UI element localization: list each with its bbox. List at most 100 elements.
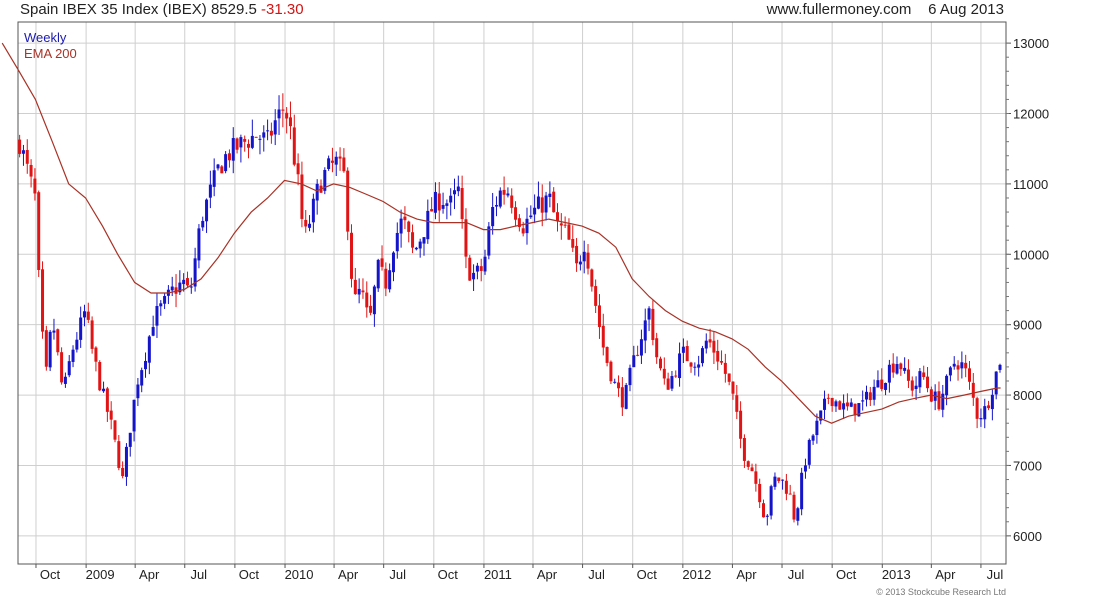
candle-body bbox=[453, 190, 457, 195]
candle-body bbox=[658, 358, 662, 369]
y-tick-label: 9000 bbox=[1013, 318, 1042, 333]
x-tick-label: 2010 bbox=[285, 567, 314, 582]
candle-body bbox=[735, 395, 739, 412]
candle-body bbox=[609, 361, 613, 382]
candle-body bbox=[765, 515, 769, 517]
candle-body bbox=[399, 218, 403, 234]
candle-body bbox=[864, 391, 868, 400]
candle-body bbox=[903, 367, 907, 371]
candle-body bbox=[994, 371, 998, 395]
candle-body bbox=[464, 219, 468, 257]
candle-body bbox=[605, 347, 609, 363]
candle-body bbox=[159, 303, 163, 307]
y-axis: 6000 7000 8000 9000 10000 11000 12000 13000 bbox=[1006, 36, 1049, 544]
candle-body bbox=[636, 354, 640, 356]
candle-body bbox=[170, 286, 174, 291]
candle-body bbox=[624, 385, 628, 409]
candle-body bbox=[590, 269, 594, 287]
candle-body bbox=[830, 397, 834, 407]
candle-body bbox=[52, 330, 56, 333]
candle-body bbox=[44, 330, 48, 367]
candle-body bbox=[876, 380, 880, 388]
candle-body bbox=[369, 305, 373, 313]
candle-body bbox=[235, 138, 239, 150]
candle-body bbox=[338, 156, 342, 159]
x-tick-label: Apr bbox=[736, 567, 757, 582]
candle-body bbox=[769, 486, 773, 516]
candle-body bbox=[853, 403, 857, 416]
candle-body bbox=[792, 494, 796, 520]
candle-body bbox=[563, 224, 567, 226]
candle-body bbox=[945, 375, 949, 396]
candle-body bbox=[761, 503, 765, 518]
candle-body bbox=[498, 190, 502, 207]
candle-body bbox=[868, 392, 872, 401]
x-tick-label: 2012 bbox=[682, 567, 711, 582]
candle-body bbox=[967, 368, 971, 382]
candle-body bbox=[895, 364, 899, 374]
candle-body bbox=[788, 493, 792, 495]
candle-body bbox=[414, 247, 418, 250]
candle-body bbox=[750, 467, 754, 472]
legend-ema-200: EMA 200 bbox=[24, 46, 77, 61]
candle-body bbox=[250, 135, 254, 148]
candle-body bbox=[315, 183, 319, 201]
x-tick-label: Oct bbox=[438, 567, 459, 582]
x-tick-label: Apr bbox=[935, 567, 956, 582]
candle-body bbox=[697, 364, 701, 368]
candle-body bbox=[292, 127, 296, 165]
candle-body bbox=[41, 269, 45, 332]
candle-body bbox=[56, 329, 60, 353]
y-tick-label: 12000 bbox=[1013, 107, 1049, 122]
candle-body bbox=[983, 406, 987, 420]
candle-body bbox=[288, 117, 292, 127]
y-tick-label: 13000 bbox=[1013, 36, 1049, 51]
candle-body bbox=[880, 379, 884, 389]
candle-body bbox=[815, 420, 819, 436]
candle-body bbox=[781, 479, 785, 481]
candle-body bbox=[269, 130, 273, 136]
candle-body bbox=[643, 320, 647, 341]
candle-body bbox=[411, 232, 415, 248]
candle-body bbox=[113, 420, 117, 440]
candle-body bbox=[670, 376, 674, 389]
candle-body bbox=[136, 384, 140, 399]
candle-body bbox=[479, 266, 483, 271]
candle-body bbox=[960, 362, 964, 369]
candle-body bbox=[334, 156, 338, 165]
candle-body bbox=[506, 193, 510, 196]
candle-body bbox=[861, 400, 865, 402]
candle-body bbox=[773, 476, 777, 487]
candle-body bbox=[571, 238, 575, 248]
candle-body bbox=[979, 417, 983, 420]
candle-body bbox=[327, 158, 331, 170]
candle-body bbox=[689, 362, 693, 367]
candle-body bbox=[834, 401, 838, 407]
candle-body bbox=[71, 349, 75, 362]
candle-body bbox=[937, 391, 941, 410]
candle-body bbox=[262, 132, 266, 138]
x-tick-label: 2009 bbox=[86, 567, 115, 582]
x-tick-label: Jul bbox=[389, 567, 406, 582]
candle-body bbox=[704, 340, 708, 349]
candle-body bbox=[155, 306, 159, 326]
candle-body bbox=[514, 207, 518, 220]
candle-body bbox=[540, 197, 544, 213]
candle-body bbox=[300, 174, 304, 219]
x-tick-label: Jul bbox=[987, 567, 1004, 582]
x-tick-label: Oct bbox=[637, 567, 658, 582]
candle-body bbox=[205, 199, 209, 222]
candle-body bbox=[578, 261, 582, 265]
x-tick-label: Apr bbox=[537, 567, 558, 582]
candle-body bbox=[575, 245, 579, 264]
x-tick-label: 2013 bbox=[882, 567, 911, 582]
candle-body bbox=[21, 150, 25, 154]
candle-body bbox=[342, 157, 346, 172]
candle-body bbox=[350, 232, 354, 279]
candle-body bbox=[380, 258, 384, 267]
candle-body bbox=[510, 195, 514, 208]
candle-body bbox=[422, 237, 426, 244]
candle-body bbox=[533, 207, 537, 215]
candle-body bbox=[124, 446, 128, 477]
x-tick-label: Oct bbox=[239, 567, 260, 582]
